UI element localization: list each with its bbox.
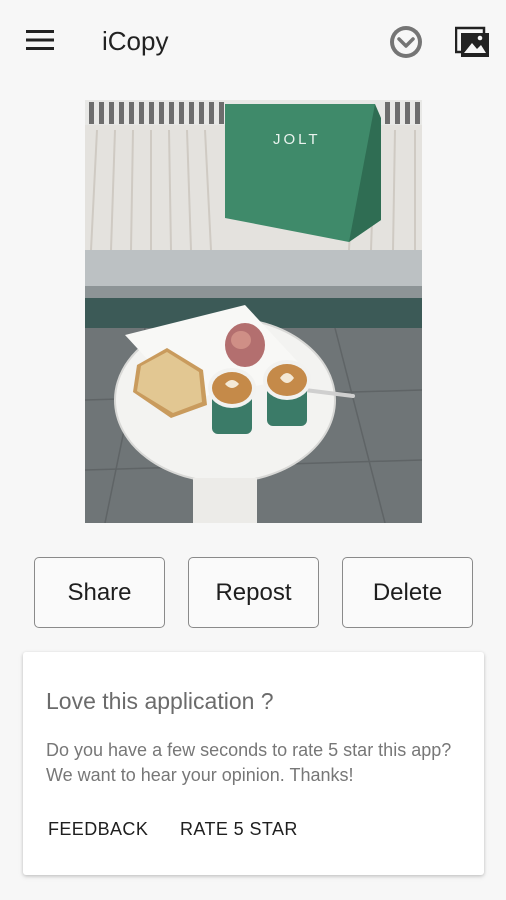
menu-button[interactable] — [22, 24, 58, 56]
repost-button[interactable]: Repost — [188, 557, 319, 628]
chevron-down-circle-icon — [390, 26, 422, 58]
svg-text:JOLT: JOLT — [273, 131, 321, 148]
app-title: iCopy — [102, 26, 169, 56]
share-button[interactable]: Share — [34, 557, 165, 628]
rate-5-star-button[interactable]: RATE 5 STAR — [180, 819, 298, 840]
hamburger-menu-icon — [26, 30, 54, 50]
photo-image: JOLT — [85, 100, 422, 523]
feedback-button[interactable]: FEEDBACK — [48, 819, 148, 840]
image-gallery-icon — [455, 26, 489, 57]
gallery-button[interactable] — [452, 22, 494, 62]
delete-button[interactable]: Delete — [342, 557, 473, 628]
action-buttons: Share Repost Delete — [34, 557, 474, 628]
rating-card: Love this application ? Do you have a fe… — [23, 652, 484, 875]
rating-card-body: Do you have a few seconds to rate 5 star… — [46, 740, 452, 785]
coffee-table-photo[interactable]: JOLT — [85, 100, 422, 523]
dropdown-button[interactable] — [386, 22, 426, 62]
rating-card-title: Love this application ? — [46, 688, 274, 714]
app-bar: iCopy — [0, 0, 506, 84]
